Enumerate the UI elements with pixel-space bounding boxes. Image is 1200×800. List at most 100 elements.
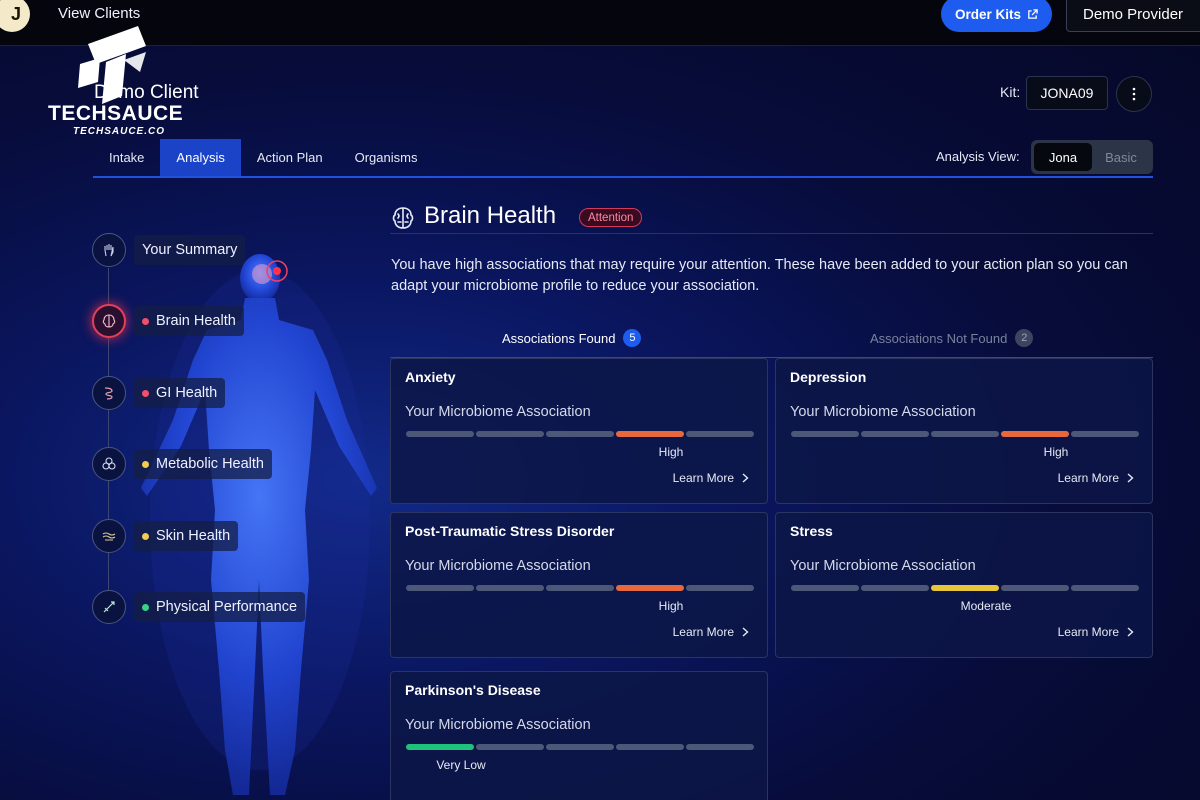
level-segment	[686, 744, 754, 750]
card-subtitle: Your Microbiome Association	[790, 404, 976, 420]
status-dot	[142, 460, 149, 468]
tab-action-plan[interactable]: Action Plan	[241, 139, 339, 176]
level-segment	[861, 585, 929, 591]
view-clients-link[interactable]: View Clients	[58, 5, 140, 22]
learn-more-label: Learn More	[1057, 625, 1119, 639]
association-level-bar	[406, 431, 754, 437]
nav-label: Your Summary	[134, 235, 246, 265]
level-segment	[546, 744, 614, 750]
watermark-brand: TECHSAUCE	[48, 102, 184, 125]
level-segment	[1001, 585, 1069, 591]
tab-intake[interactable]: Intake	[93, 139, 160, 176]
learn-more-link[interactable]: Learn More	[673, 471, 749, 485]
status-dot	[142, 603, 149, 611]
section-description: You have high associations that may requ…	[391, 257, 1128, 294]
client-name: Demo Client	[94, 82, 199, 103]
nav-text: GI Health	[156, 385, 218, 401]
level-segment	[546, 431, 614, 437]
level-segment	[616, 585, 684, 591]
nav-label: Metabolic Health	[134, 449, 272, 479]
card-subtitle: Your Microbiome Association	[405, 717, 591, 733]
level-segment	[931, 585, 999, 591]
nav-item-brain-health[interactable]: Brain Health	[92, 304, 244, 338]
level-segment	[406, 431, 474, 437]
card-title: Post-Traumatic Stress Disorder	[405, 523, 615, 539]
level-segment	[406, 744, 474, 750]
level-label: Moderate	[960, 599, 1012, 613]
level-segment	[1001, 431, 1069, 437]
analysis-view-basic[interactable]: Basic	[1092, 143, 1150, 171]
count-badge: 5	[623, 329, 642, 347]
learn-more-link[interactable]: Learn More	[1058, 471, 1134, 485]
provider-menu-button[interactable]: Demo Provider	[1066, 0, 1200, 32]
level-label: High	[658, 445, 684, 459]
tab-associations-found[interactable]: Associations Found 5	[502, 329, 642, 347]
learn-more-link[interactable]: Learn More	[673, 625, 749, 639]
order-kits-button[interactable]: Order Kits	[941, 0, 1052, 32]
nav-item-physical-performance[interactable]: Physical Performance	[92, 590, 306, 624]
nav-text: Brain Health	[156, 313, 236, 329]
gut-icon	[104, 387, 113, 400]
tabs-underline	[93, 176, 1153, 178]
section-title: Brain Health	[424, 202, 557, 229]
learn-more-link[interactable]: Learn More	[1058, 625, 1134, 639]
learn-more-label: Learn More	[1057, 471, 1119, 485]
brain-icon	[102, 314, 116, 328]
card-subtitle: Your Microbiome Association	[405, 404, 591, 420]
nav-text: Your Summary	[142, 242, 238, 258]
nav-label: Physical Performance	[134, 592, 306, 622]
level-segment	[616, 431, 684, 437]
association-card[interactable]: Stress Your Microbiome Association Moderat…	[775, 512, 1153, 658]
tab-analysis[interactable]: Analysis	[160, 139, 241, 176]
kit-selector[interactable]: JONA09	[1026, 76, 1108, 110]
association-card[interactable]: Parkinson's Disease Your Microbiome Assoc…	[390, 671, 768, 800]
association-card[interactable]: Post-Traumatic Stress Disorder Your Micro…	[390, 512, 768, 658]
tab-organisms[interactable]: Organisms	[339, 139, 434, 176]
nav-circle-physical	[92, 590, 126, 624]
tab-associations-not-found[interactable]: Associations Not Found 2	[870, 329, 1034, 347]
status-dot	[142, 389, 149, 397]
more-options-button[interactable]	[1116, 76, 1152, 112]
nav-text: Physical Performance	[156, 599, 298, 615]
association-card[interactable]: Depression Your Microbiome Association Hig…	[775, 358, 1153, 504]
nav-text: Skin Health	[156, 528, 231, 544]
card-subtitle: Your Microbiome Association	[405, 558, 591, 574]
main-tabs: Intake Analysis Action Plan Organisms	[93, 139, 433, 176]
association-level-bar	[791, 431, 1139, 437]
nav-circle-brain	[92, 304, 126, 338]
level-segment	[546, 585, 614, 591]
nav-item-skin-health[interactable]: Skin Health	[92, 519, 239, 553]
association-level-bar	[791, 585, 1139, 591]
attention-badge: Attention	[579, 208, 643, 227]
title-divider	[390, 233, 1153, 234]
nav-label: Brain Health	[134, 306, 244, 336]
chevron-right-icon	[742, 473, 749, 483]
learn-more-label: Learn More	[672, 625, 734, 639]
cells-icon	[102, 457, 116, 470]
learn-more-label: Learn More	[672, 471, 734, 485]
nav-circle-summary	[92, 233, 126, 267]
card-title: Depression	[790, 369, 867, 385]
nav-text: Metabolic Health	[156, 456, 264, 472]
level-label: Very Low	[436, 758, 486, 772]
hand-icon	[104, 244, 114, 257]
level-segment	[476, 744, 544, 750]
association-level-bar	[406, 744, 754, 750]
analysis-view-jona[interactable]: Jona	[1034, 143, 1092, 171]
nav-item-your-summary[interactable]: Your Summary	[92, 233, 246, 267]
level-segment	[476, 431, 544, 437]
level-segment	[791, 585, 859, 591]
level-segment	[616, 744, 684, 750]
association-card[interactable]: Anxiety Your Microbiome Association High Le…	[390, 358, 768, 504]
card-title: Parkinson's Disease	[405, 682, 541, 698]
skin-icon	[102, 532, 116, 541]
analysis-view-label: Analysis View:	[936, 149, 1020, 164]
nav-item-metabolic-health[interactable]: Metabolic Health	[92, 447, 272, 481]
level-segment	[1071, 431, 1139, 437]
nav-item-gi-health[interactable]: GI Health	[92, 376, 226, 410]
nav-label: Skin Health	[134, 521, 239, 551]
chevron-right-icon	[742, 627, 749, 637]
nav-circle-gi	[92, 376, 126, 410]
analysis-view-toggle: Jona Basic	[1031, 140, 1153, 174]
app-logo[interactable]: J	[0, 0, 30, 32]
